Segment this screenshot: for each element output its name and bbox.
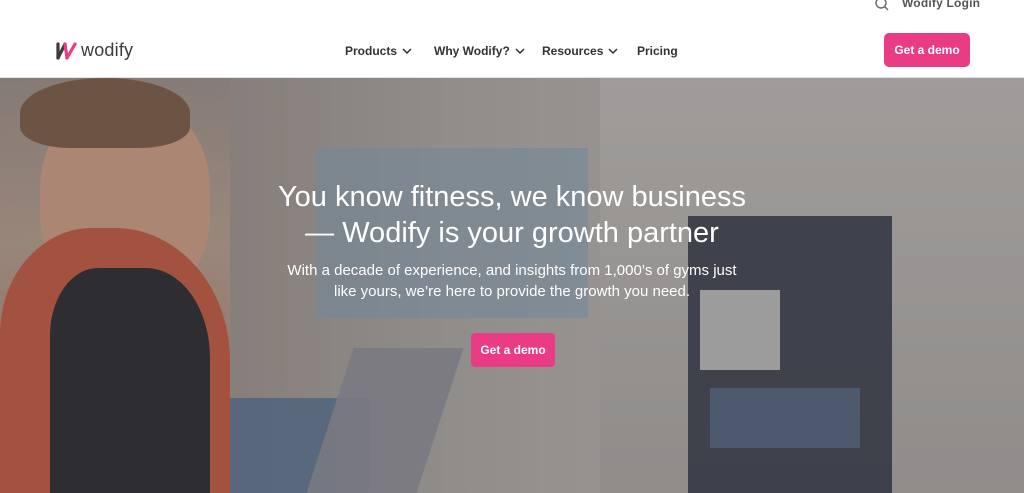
wodify-login-link[interactable]: Wodify Login (902, 0, 980, 10)
logo-text: wodify (81, 40, 134, 60)
get-a-demo-button[interactable]: Get a demo (884, 33, 970, 67)
nav-products-label: Products (345, 44, 398, 58)
wodify-logo[interactable]: wodify (56, 40, 133, 61)
main-navbar: wodify Products Why Wodify? Resources Pr… (0, 22, 1024, 78)
hero-section: You know fitness, we know business — Wod… (0, 78, 1024, 493)
nav-products[interactable]: Products (345, 44, 412, 58)
nav-pricing-label: Pricing (637, 44, 678, 58)
nav-resources[interactable]: Resources (542, 44, 618, 58)
hero-subtitle-line-1: With a decade of experience, and insight… (287, 262, 737, 279)
nav-why-wodify[interactable]: Why Wodify? (434, 44, 525, 58)
nav-resources-label: Resources (542, 44, 604, 58)
chevron-down-icon (608, 48, 618, 54)
hero-subtitle: With a decade of experience, and insight… (262, 260, 762, 302)
hero-get-a-demo-button[interactable]: Get a demo (471, 333, 555, 367)
nav-why-wodify-label: Why Wodify? (434, 44, 510, 58)
hero-subtitle-line-2: like yours, we’re here to provide the gr… (333, 283, 691, 300)
chevron-down-icon (515, 48, 525, 54)
utility-bar: Wodify Login (0, 0, 1024, 22)
hero-title-line-2: — Wodify is your growth partner (305, 217, 719, 249)
hero-title: You know fitness, we know business — Wod… (236, 179, 788, 251)
search-icon[interactable] (874, 0, 890, 12)
chevron-down-icon (402, 48, 412, 54)
hero-title-line-1: You know fitness, we know business (277, 181, 747, 213)
wodify-logo-icon (56, 41, 77, 60)
nav-pricing[interactable]: Pricing (637, 44, 678, 58)
